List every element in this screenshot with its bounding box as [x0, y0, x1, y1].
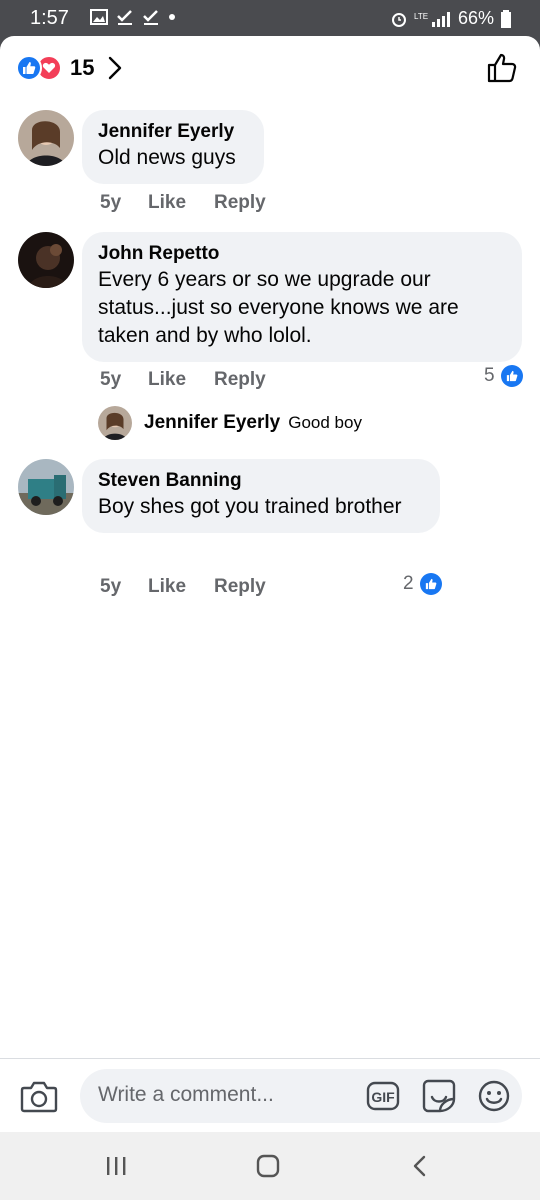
comment-like-count[interactable]: 5 — [484, 365, 523, 387]
comment-composer: Write a comment... GIF — [0, 1058, 540, 1132]
like-icon — [419, 573, 442, 595]
svg-text:LTE: LTE — [414, 12, 428, 21]
avatar[interactable] — [18, 459, 74, 515]
alarm-icon — [391, 12, 406, 27]
download-done-icon — [117, 10, 132, 25]
dot-icon — [169, 14, 175, 20]
comment-author[interactable]: Jennifer Eyerly — [98, 120, 248, 144]
reply-button[interactable]: Reply — [214, 192, 266, 214]
reply-text: Good boy — [288, 413, 362, 432]
chevron-right-icon[interactable] — [108, 56, 122, 80]
status-bar: 1:57 LTE 66% — [0, 0, 540, 36]
recent-apps-icon[interactable] — [104, 1154, 128, 1178]
reply-author[interactable]: Jennifer Eyerly — [144, 406, 280, 440]
comment-like-count[interactable]: 2 — [403, 573, 442, 595]
back-icon[interactable] — [410, 1154, 430, 1178]
comment-bubble[interactable]: Steven Banning Boy shes got you trained … — [82, 459, 440, 533]
notification-icons — [90, 8, 176, 26]
like-button[interactable]: Like — [148, 369, 214, 391]
reply-preview[interactable]: Jennifer Eyerly Good boy — [98, 406, 362, 440]
reply-button[interactable]: Reply — [214, 576, 266, 598]
comment-placeholder: Write a comment... — [98, 1083, 274, 1106]
reaction-count: 15 — [70, 55, 95, 80]
avatar[interactable] — [18, 110, 74, 166]
comment-author[interactable]: John Repetto — [98, 242, 506, 266]
avatar — [98, 406, 132, 440]
comment-text: Old news guys — [98, 146, 236, 169]
comment-text: Every 6 years or so we upgrade our statu… — [98, 268, 459, 347]
like-count-number: 2 — [403, 573, 414, 594]
status-time: 1:57 — [30, 7, 69, 29]
system-icons: LTE 66% — [390, 8, 512, 29]
like-post-icon[interactable] — [486, 52, 518, 84]
comment-actions: 5y Like Reply — [100, 369, 266, 391]
sticker-icon[interactable] — [420, 1079, 458, 1113]
battery-icon — [501, 9, 511, 28]
system-nav-bar — [0, 1132, 540, 1200]
gif-icon[interactable]: GIF — [366, 1081, 400, 1111]
comment-time[interactable]: 5y — [100, 576, 148, 598]
comment-input[interactable]: Write a comment... GIF — [80, 1069, 522, 1123]
comment-bubble[interactable]: Jennifer Eyerly Old news guys — [82, 110, 264, 184]
download-done-icon — [143, 10, 158, 25]
gif-label: GIF — [371, 1089, 395, 1105]
comment-time[interactable]: 5y — [100, 192, 148, 214]
like-icon — [500, 365, 523, 387]
comment-time[interactable]: 5y — [100, 369, 148, 391]
like-button[interactable]: Like — [148, 576, 214, 598]
comment-actions: 5y Like Reply — [100, 576, 266, 598]
lte-signal-icon: LTE — [414, 11, 450, 27]
camera-icon[interactable] — [20, 1079, 58, 1113]
comments-sheet: 15 Jennifer Eyerly Old news guys 5y Like… — [0, 36, 540, 1132]
comment-actions: 5y Like Reply — [100, 192, 266, 214]
avatar[interactable] — [18, 232, 74, 288]
like-count-number: 5 — [484, 365, 495, 386]
comment-author[interactable]: Steven Banning — [98, 469, 424, 493]
home-icon[interactable] — [256, 1154, 280, 1178]
reactions-summary[interactable]: 15 — [16, 54, 122, 82]
image-notification-icon — [90, 9, 108, 25]
emoji-icon[interactable] — [478, 1080, 510, 1112]
reply-button[interactable]: Reply — [214, 369, 266, 391]
battery-percent: 66% — [457, 8, 494, 28]
like-icon — [16, 55, 42, 81]
comment-bubble[interactable]: John Repetto Every 6 years or so we upgr… — [82, 232, 522, 362]
comment-text: Boy shes got you trained brother — [98, 495, 402, 518]
like-button[interactable]: Like — [148, 192, 214, 214]
